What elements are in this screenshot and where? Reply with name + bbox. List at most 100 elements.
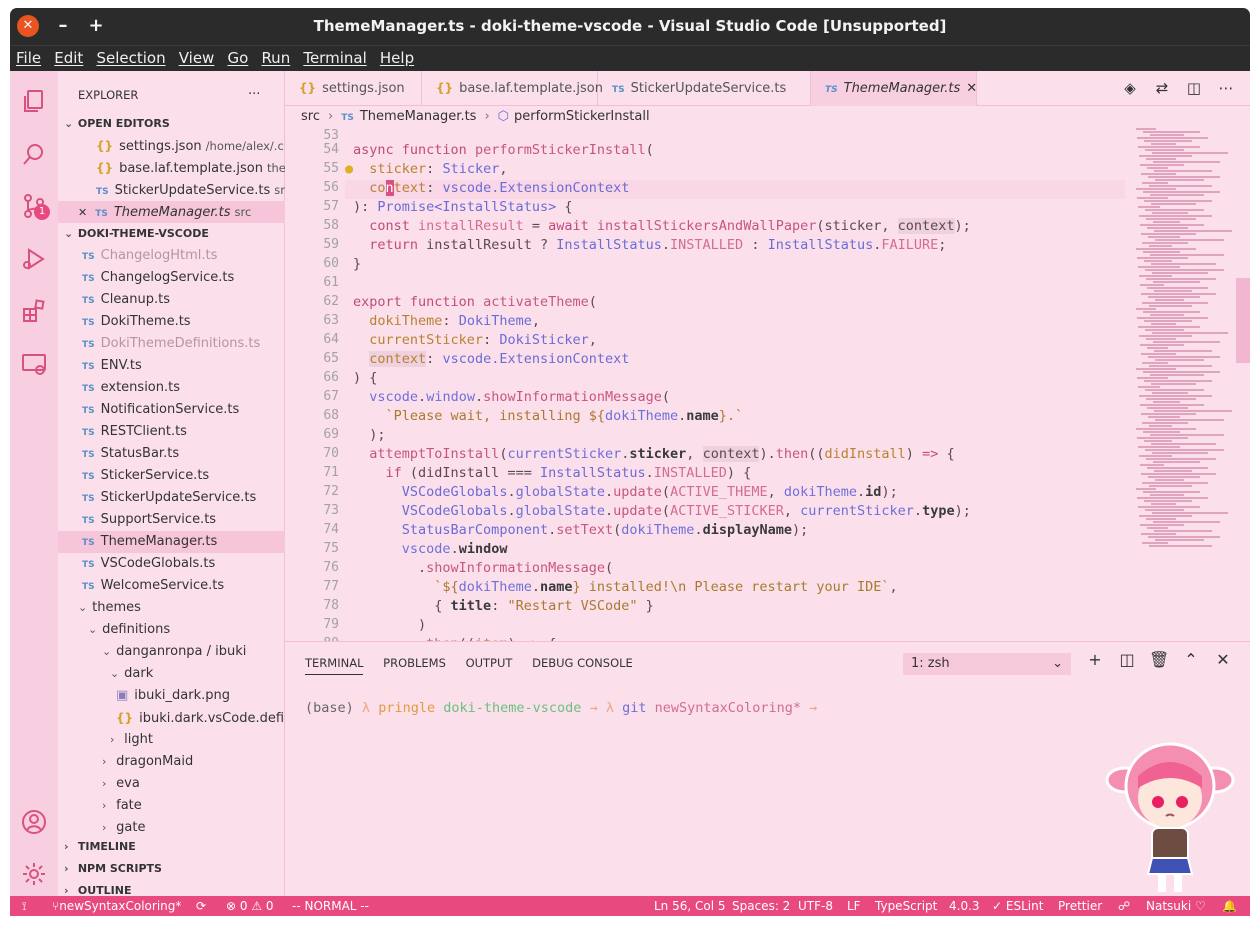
tab-settings-json[interactable]: {} settings.json xyxy=(285,71,422,106)
close-panel-icon[interactable]: ✕ xyxy=(1213,650,1233,669)
menu-terminal[interactable]: Terminal xyxy=(297,46,366,67)
file-tree-item[interactable]: TS ThemeManager.ts xyxy=(58,531,285,553)
file-tree-item[interactable]: TS StickerService.ts xyxy=(58,465,285,487)
branch-indicator[interactable]: ⑂ newSyntaxColoring* xyxy=(52,896,181,916)
remote-explorer-icon[interactable] xyxy=(21,351,47,377)
open-editor-item[interactable]: {} settings.json/home/alex/.c... xyxy=(58,135,285,157)
file-tree-item[interactable]: TS ChangelogHtml.ts xyxy=(58,245,285,267)
folder-label: dragonMaid xyxy=(116,754,194,769)
menu-run[interactable]: Run xyxy=(255,46,290,67)
indentation[interactable]: Spaces: 2 xyxy=(732,896,790,916)
file-tree-item[interactable]: TS NotificationService.ts xyxy=(58,399,285,421)
extensions-icon[interactable] xyxy=(21,298,47,324)
folder-label: eva xyxy=(116,776,140,791)
code-editor[interactable]: 53 54 55 56 57 58 59 60 61 62 63 64 65 66 67 68 69 70 71 72… xyxy=(285,128,1130,641)
remote-icon[interactable]: ⟟ xyxy=(22,896,26,916)
folder-eva[interactable]: › eva xyxy=(58,773,285,795)
eslint-status[interactable]: ✓ ESLint xyxy=(992,896,1043,916)
close-editor-icon[interactable]: ✕ xyxy=(78,206,87,219)
tab-theme-manager[interactable]: TS ThemeManager.ts ✕ xyxy=(811,71,977,106)
file-tree-item[interactable]: TS ENV.ts xyxy=(58,355,285,377)
file-png[interactable]: ▣ ibuki_dark.png xyxy=(58,685,285,707)
file-tree-item[interactable]: TS extension.ts xyxy=(58,377,285,399)
encoding[interactable]: UTF-8 xyxy=(798,896,833,916)
scrollbar-thumb[interactable] xyxy=(1236,278,1250,363)
tab-base-laf-template[interactable]: {} base.laf.template.json xyxy=(422,71,603,106)
file-tree-item[interactable]: TS RESTClient.ts xyxy=(58,421,285,443)
menu-help[interactable]: Help xyxy=(374,46,414,67)
run-debug-icon[interactable] xyxy=(21,246,47,272)
terminal-select[interactable]: 1: zsh ⌄ xyxy=(903,653,1071,675)
more-icon[interactable]: ⋯ xyxy=(1216,79,1236,97)
lightbulb-icon[interactable]: ● xyxy=(345,161,353,177)
panel-tab-debug-console[interactable]: DEBUG CONSOLE xyxy=(532,656,633,674)
open-editors-header[interactable]: ⌄ OPEN EDITORS xyxy=(58,113,285,135)
panel-tab-terminal[interactable]: TERMINAL xyxy=(305,656,364,675)
typescript-file-icon: TS xyxy=(82,560,95,570)
file-json[interactable]: {} ibuki.dark.vsCode.definit... xyxy=(58,707,285,729)
minimap[interactable] xyxy=(1130,128,1242,643)
open-editor-item[interactable]: {} base.laf.template.jsonthe... xyxy=(58,157,285,179)
file-tree-item[interactable]: TS VSCodeGlobals.ts xyxy=(58,553,285,575)
file-tree-item[interactable]: TS StatusBar.ts xyxy=(58,443,285,465)
end-of-line[interactable]: LF xyxy=(847,896,861,916)
file-tree-item[interactable]: TS DokiTheme.ts xyxy=(58,311,285,333)
search-icon[interactable] xyxy=(21,141,47,167)
tab-sticker-update-service[interactable]: TS StickerUpdateService.ts xyxy=(598,71,811,106)
menu-selection[interactable]: Selection xyxy=(90,46,165,67)
file-tree-item[interactable]: TS Cleanup.ts xyxy=(58,289,285,311)
open-changes-icon[interactable]: ⇄ xyxy=(1152,79,1172,97)
file-tree-item[interactable]: TS WelcomeService.ts xyxy=(58,575,285,597)
git-diff-icon[interactable]: ◈ xyxy=(1120,79,1140,97)
split-terminal-icon[interactable]: ◫ xyxy=(1117,650,1137,669)
breadcrumb-symbol[interactable]: performStickerInstall xyxy=(514,109,650,124)
menu-file[interactable]: File xyxy=(10,46,41,67)
menu-edit[interactable]: Edit xyxy=(48,46,83,67)
menu-view[interactable]: View xyxy=(173,46,215,67)
editor-scrollbar[interactable] xyxy=(1236,128,1250,643)
folder-themes[interactable]: ⌄ themes xyxy=(58,597,285,619)
file-tree-item[interactable]: TS DokiThemeDefinitions.ts xyxy=(58,333,285,355)
folder-dark[interactable]: ⌄ dark xyxy=(58,663,285,685)
open-editor-item[interactable]: TS StickerUpdateService.tssrc xyxy=(58,179,285,201)
problems-indicator[interactable]: ⊗ 0 ⚠ 0 xyxy=(226,896,274,916)
more-actions-icon[interactable]: ··· xyxy=(248,84,278,106)
new-terminal-icon[interactable]: + xyxy=(1085,650,1105,669)
folder-danganronpa[interactable]: ⌄ danganronpa / ibuki xyxy=(58,641,285,663)
open-editor-path: src xyxy=(234,205,252,219)
breadcrumb-file[interactable]: ThemeManager.ts xyxy=(360,109,477,124)
language-mode[interactable]: TypeScript xyxy=(875,896,937,916)
typescript-file-icon: TS xyxy=(82,362,95,372)
folder-fate[interactable]: › fate xyxy=(58,795,285,817)
minimap-line xyxy=(1154,470,1192,472)
folder-dragonmaid[interactable]: › dragonMaid xyxy=(58,751,285,773)
close-tab-icon[interactable]: ✕ xyxy=(966,81,977,96)
terminal-prompt[interactable]: (base) λ pringle doki-theme-vscode → λ g… xyxy=(305,700,817,716)
settings-gear-icon[interactable] xyxy=(21,861,47,887)
cursor-position[interactable]: Ln 56, Col 5 xyxy=(654,896,726,916)
sync-icon[interactable]: ⟳ xyxy=(196,896,206,916)
accounts-icon[interactable] xyxy=(21,809,47,835)
file-tree-item[interactable]: TS SupportService.ts xyxy=(58,509,285,531)
timeline-header[interactable]: › TIMELINE xyxy=(58,836,285,858)
file-tree-item[interactable]: TS ChangelogService.ts xyxy=(58,267,285,289)
chevron-up-icon[interactable]: ⌃ xyxy=(1181,650,1201,669)
split-editor-icon[interactable]: ◫ xyxy=(1184,79,1204,97)
panel-tab-problems[interactable]: PROBLEMS xyxy=(383,656,446,674)
theme-indicator[interactable]: Natsuki ♡ xyxy=(1146,896,1206,916)
npm-scripts-header[interactable]: › NPM SCRIPTS xyxy=(58,858,285,880)
panel-tab-output[interactable]: OUTPUT xyxy=(466,656,513,674)
file-tree-item[interactable]: TS StickerUpdateService.ts xyxy=(58,487,285,509)
open-editor-item-active[interactable]: ✕ TS ThemeManager.ts src xyxy=(58,201,285,223)
menu-go[interactable]: Go xyxy=(221,46,248,67)
prettier-status[interactable]: Prettier xyxy=(1058,896,1102,916)
project-header[interactable]: ⌄ DOKI-THEME-VSCODE xyxy=(58,223,285,245)
feedback-icon[interactable]: ☍ xyxy=(1118,896,1130,916)
folder-definitions[interactable]: ⌄ definitions xyxy=(58,619,285,641)
ts-version[interactable]: 4.0.3 xyxy=(949,896,980,916)
breadcrumb-folder[interactable]: src xyxy=(301,109,320,124)
folder-light[interactable]: › light xyxy=(58,729,285,751)
notifications-bell-icon[interactable]: 🔔 xyxy=(1222,896,1237,916)
explorer-icon[interactable] xyxy=(21,88,47,114)
trash-icon[interactable]: 🗑 xyxy=(1149,650,1169,669)
